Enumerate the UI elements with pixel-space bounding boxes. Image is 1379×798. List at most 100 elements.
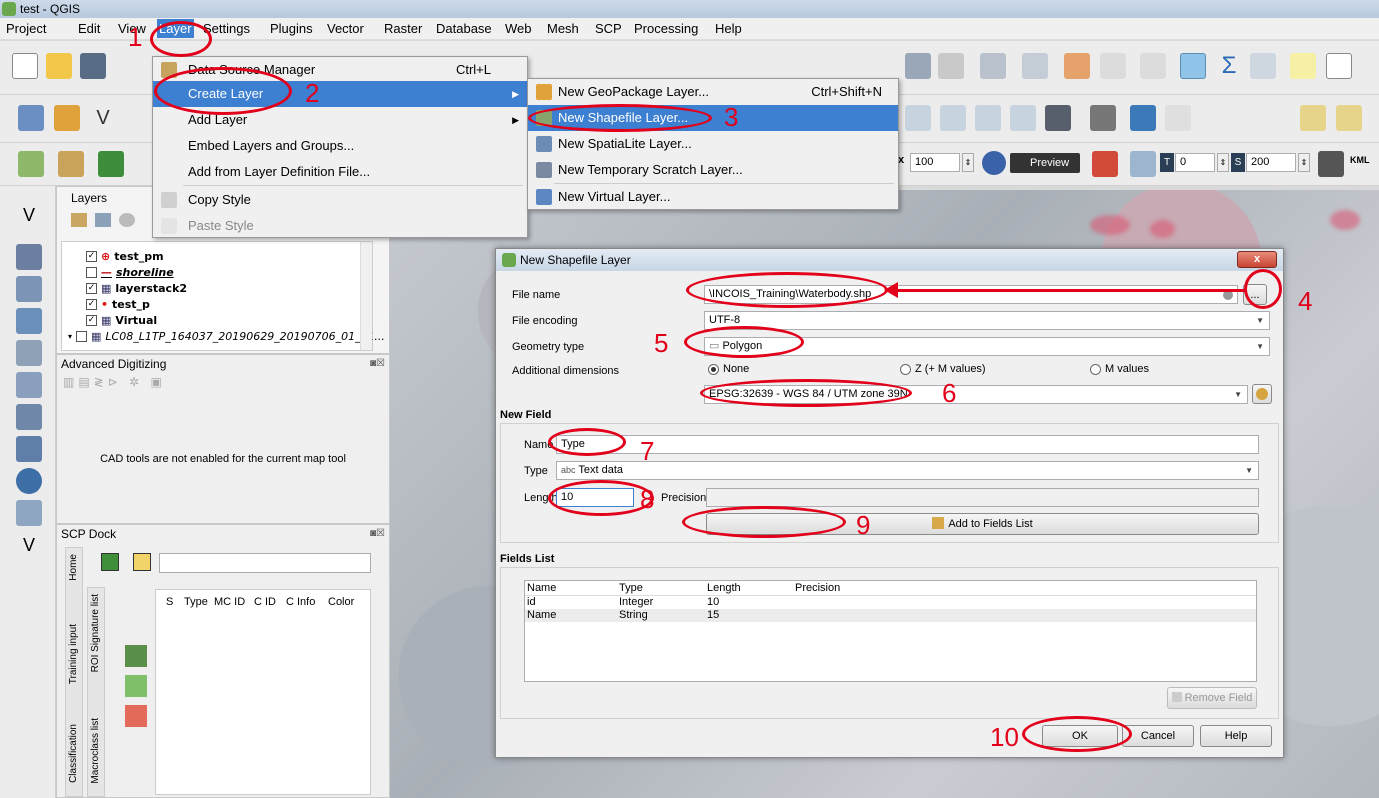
scp-file-field[interactable] (159, 553, 371, 573)
menu-item-new-shapefile[interactable]: New Shapefile Layer... (528, 105, 898, 131)
add-raster-icon[interactable] (16, 244, 42, 270)
ok-button[interactable]: OK (1042, 725, 1118, 747)
menu-project[interactable]: Project (6, 21, 46, 36)
column-header[interactable]: Length (707, 582, 741, 594)
s-spin-arrows[interactable]: ⇕ (1298, 153, 1310, 172)
menu-web[interactable]: Web (505, 21, 532, 36)
add-spatialite-icon[interactable] (16, 340, 42, 366)
column-header[interactable]: Type (619, 582, 643, 594)
menu-vector[interactable]: Vector (327, 21, 364, 36)
scp-histogram-icon[interactable] (125, 645, 147, 667)
identify-icon[interactable] (905, 53, 931, 79)
column-header[interactable]: Color (328, 596, 354, 608)
add-wfs-icon[interactable] (16, 468, 42, 494)
file-encoding-select[interactable]: UTF-8 ▼ (704, 311, 1270, 330)
sum-icon[interactable]: Σ (1216, 53, 1242, 79)
column-header[interactable]: MC ID (214, 596, 245, 608)
select-icon[interactable] (980, 53, 1006, 79)
table-row[interactable]: Name String 15 (525, 609, 1256, 622)
tab-roi-signature-list[interactable]: ROI Signature list (90, 594, 101, 672)
attribute-table-icon[interactable] (1100, 53, 1126, 79)
dim-none-radio[interactable]: None (708, 363, 749, 375)
add-vector-icon[interactable] (54, 105, 80, 131)
scp-create-icon[interactable] (98, 151, 124, 177)
add-wms-icon[interactable] (16, 404, 42, 430)
scp-band-icon[interactable] (18, 151, 44, 177)
layer-row[interactable]: ▾ ▦ LC08_L1TP_164037_20190629_20190706_01_… (68, 328, 385, 344)
scp-open-icon[interactable] (133, 553, 151, 571)
visibility-icon[interactable] (119, 213, 135, 227)
crs-selector-button[interactable] (1252, 384, 1272, 404)
scp-roi-create-icon[interactable] (101, 553, 119, 571)
preview-button[interactable]: Preview (1010, 153, 1080, 173)
layer-checkbox[interactable] (76, 330, 88, 342)
menu-raster[interactable]: Raster (384, 21, 422, 36)
column-header[interactable]: C ID (254, 596, 276, 608)
annotation-icon[interactable] (1290, 53, 1316, 79)
deselect-icon[interactable] (1022, 53, 1048, 79)
tab-home[interactable]: Home (68, 554, 79, 581)
t-spin-arrows[interactable]: ⇕ (1217, 153, 1229, 172)
database-icon[interactable] (1045, 105, 1071, 131)
layers-scrollbar[interactable] (360, 242, 372, 350)
tab-training-input[interactable]: Training input (68, 624, 79, 684)
scp-redo-icon[interactable] (1092, 151, 1118, 177)
tab-classification[interactable]: Classification (68, 724, 79, 783)
menu-item-add-layer[interactable]: Add Layer ▶ (153, 107, 527, 133)
new-project-icon[interactable] (12, 53, 38, 79)
layer-row[interactable]: ✓ ▦ layerstack2 (86, 280, 187, 296)
new-layer-icon[interactable]: V (16, 532, 42, 558)
scp-bin-icon[interactable] (1318, 151, 1344, 177)
s-spinbox[interactable]: 200 (1246, 153, 1296, 172)
layer-row[interactable]: — shoreline (86, 264, 174, 280)
menu-item-new-virtual[interactable]: New Virtual Layer... (528, 184, 898, 210)
dialog-close-button[interactable]: x (1237, 251, 1277, 268)
column-header[interactable]: Name (527, 582, 556, 594)
style-icon[interactable] (71, 213, 87, 227)
add-csv-icon[interactable] (16, 308, 42, 334)
measure-icon[interactable] (1250, 53, 1276, 79)
add-wcs-icon[interactable] (16, 436, 42, 462)
menu-help[interactable]: Help (715, 21, 742, 36)
label-tool-2-icon[interactable] (940, 105, 966, 131)
column-header[interactable]: Precision (795, 582, 840, 594)
field-name-input[interactable]: Type (556, 435, 1259, 454)
label-tool-4-icon[interactable] (1010, 105, 1036, 131)
save-project-icon[interactable] (80, 53, 106, 79)
dim-z-radio[interactable]: Z (+ M values) (900, 363, 986, 375)
panel-float-close-icon[interactable]: ◙☒ (370, 358, 385, 369)
field-type-select[interactable]: abc Text data ▼ (556, 461, 1259, 480)
add-delimited-icon[interactable]: V (90, 105, 116, 131)
label-tool-3-icon[interactable] (975, 105, 1001, 131)
menu-plugins[interactable]: Plugins (270, 21, 313, 36)
menu-scp[interactable]: SCP (595, 21, 622, 36)
text-annotation-icon[interactable] (1326, 53, 1352, 79)
layer-checkbox[interactable] (86, 266, 97, 278)
column-header[interactable]: S (166, 596, 173, 608)
add-vector-layer-icon[interactable]: V (16, 202, 42, 228)
dim-m-radio[interactable]: M values (1090, 363, 1149, 375)
menu-database[interactable]: Database (436, 21, 492, 36)
add-virtual-icon[interactable] (16, 500, 42, 526)
t-spinbox[interactable]: 0 (1175, 153, 1215, 172)
add-layer-icon[interactable] (18, 105, 44, 131)
scp-tool-1-icon[interactable] (1300, 105, 1326, 131)
field-precision-input[interactable] (706, 488, 1259, 507)
add-postgis-icon[interactable] (16, 372, 42, 398)
menu-item-new-geopackage[interactable]: New GeoPackage Layer... Ctrl+Shift+N (528, 79, 898, 105)
field-length-input[interactable]: 10 (556, 488, 634, 507)
crs-select[interactable]: EPSG:32639 - WGS 84 / UTM zone 39N ▼ (704, 385, 1248, 404)
menu-settings[interactable]: Settings (203, 21, 250, 36)
menu-processing[interactable]: Processing (634, 21, 698, 36)
open-project-icon[interactable] (46, 53, 72, 79)
menu-item-new-spatialite[interactable]: New SpatiaLite Layer... (528, 131, 898, 157)
menu-item-new-scratch[interactable]: New Temporary Scratch Layer... (528, 157, 898, 183)
add-mesh-icon[interactable] (16, 276, 42, 302)
plugin-icon[interactable] (1090, 105, 1116, 131)
layer-checkbox[interactable]: ✓ (86, 298, 97, 310)
scp-remove-icon[interactable] (125, 705, 147, 727)
settings-icon[interactable] (938, 53, 964, 79)
tool-icon[interactable] (1165, 105, 1191, 131)
menu-edit[interactable]: Edit (78, 21, 100, 36)
add-to-fields-list-button[interactable]: Add to Fields List (706, 513, 1259, 535)
